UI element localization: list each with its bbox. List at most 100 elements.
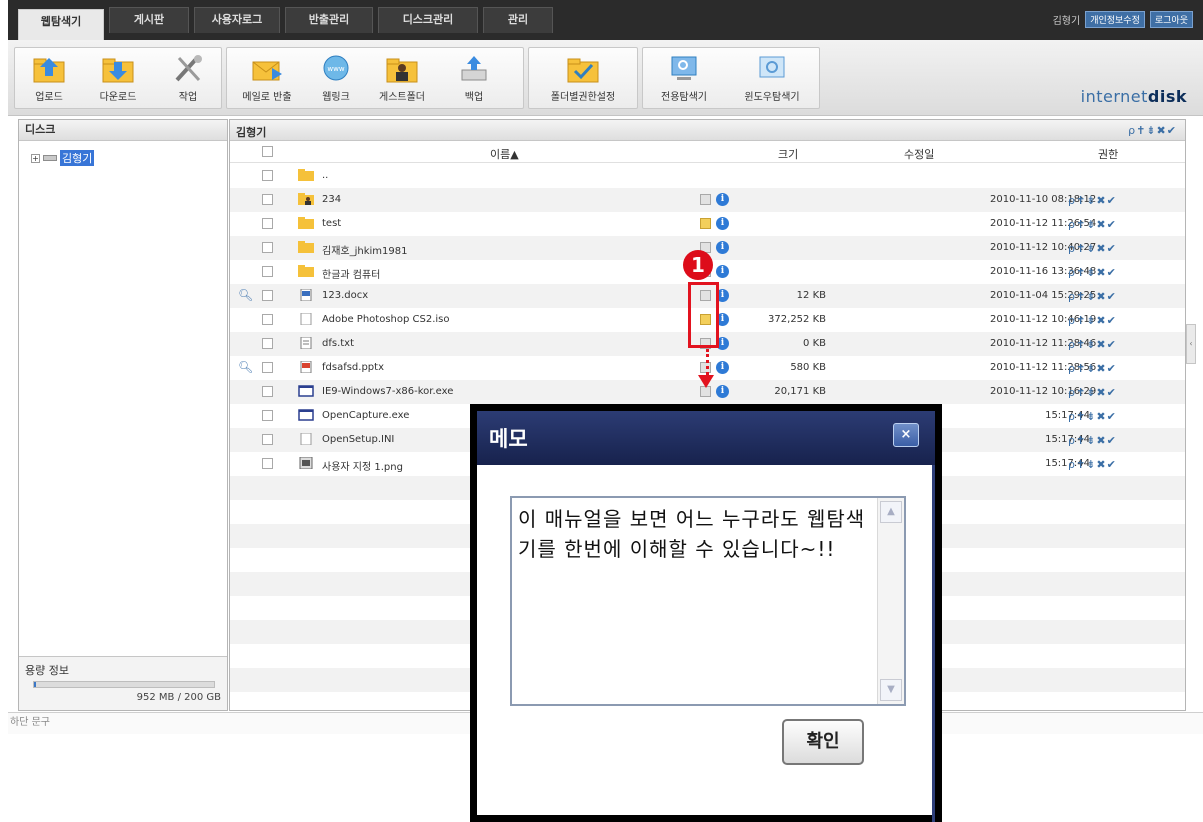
memo-dialog: 메모 × 이 매뉴얼을 보면 어느 누구라도 웹탐색기를 한번에 이해할 수 있… [470,404,942,822]
drive-icon [43,155,57,161]
file-name[interactable]: test [322,218,341,229]
expand-icon[interactable]: + [31,153,40,163]
row-checkbox[interactable] [262,362,273,373]
tab-user-log[interactable]: 사용자로그 [194,7,280,33]
row-permission-icons[interactable]: ρ✝⇟✖✔ [1068,410,1117,423]
info-icon[interactable]: i [716,361,729,374]
table-row[interactable]: test i 2010-11-12 11:26:54 ρ✝⇟✖✔ [230,212,1185,236]
row-checkbox[interactable] [262,170,273,181]
backup-icon [461,56,487,81]
file-name[interactable]: 234 [322,194,341,205]
memo-scrollbar[interactable]: ▲ ▼ [877,498,904,704]
backup-button[interactable]: 백업 [449,48,499,108]
toolbar-group-explorer: 전용탐색기 윈도우탐색기 [642,47,820,109]
top-navigation-bar: 웹탐색기 게시판 사용자로그 반출관리 디스크관리 관리 김형기 개인정보수정 … [8,0,1203,40]
download-button[interactable]: 다운로드 [87,48,149,108]
file-name[interactable]: 사용자 지정 1.png [322,458,403,473]
table-row[interactable]: .. [230,164,1185,188]
row-permission-icons[interactable]: ρ✝⇟✖✔ [1068,242,1117,255]
edit-profile-button[interactable]: 개인정보수정 [1085,11,1145,28]
row-checkbox[interactable] [262,266,273,277]
tab-admin[interactable]: 관리 [483,7,553,33]
guest-folder-button[interactable]: 게스트폴더 [367,48,437,108]
info-icon[interactable]: i [716,217,729,230]
row-checkbox[interactable] [262,314,273,325]
row-permission-icons[interactable]: ρ✝⇟✖✔ [1068,458,1117,471]
file-list-header: 김형기 ρ✝⇟✖✔ [230,120,1185,141]
tree-root-label[interactable]: 김형기 [60,150,95,166]
column-modified[interactable]: 수정일 [904,146,934,162]
file-name[interactable]: OpenSetup.INI [322,434,394,445]
column-size[interactable]: 크기 [778,146,798,162]
file-name[interactable]: 김재호_jhkim1981 [322,242,407,257]
dedicated-explorer-button[interactable]: 전용탐색기 [649,48,719,108]
quota-bar [33,681,215,688]
file-name[interactable]: .. [322,170,328,181]
row-permission-icons[interactable]: ρ✝⇟✖✔ [1068,290,1117,303]
preview-icon[interactable]: 🔍︎ [238,288,253,302]
file-name[interactable]: 123.docx [322,290,368,301]
info-icon[interactable]: i [716,265,729,278]
row-checkbox[interactable] [262,410,273,421]
row-checkbox[interactable] [262,458,273,469]
header-permission-icons[interactable]: ρ✝⇟✖✔ [1128,124,1177,137]
row-permission-icons[interactable]: ρ✝⇟✖✔ [1068,218,1117,231]
row-permission-icons[interactable]: ρ✝⇟✖✔ [1068,194,1117,207]
mail-export-button[interactable]: 메일로 반출 [231,48,303,108]
info-icon[interactable]: i [716,241,729,254]
file-name[interactable]: IE9-Windows7-x86-kor.exe [322,386,453,397]
preview-icon[interactable]: 🔍︎ [238,360,253,374]
toolbar-group-file: 업로드 다운로드 작업 [14,47,222,109]
upload-icon [33,58,65,83]
tab-disk-management[interactable]: 디스크관리 [378,7,478,33]
quota-text: 952 MB / 200 GB [136,692,221,703]
tab-web-explorer[interactable]: 웹탐색기 [18,9,104,40]
web-link-icon: www [323,55,349,81]
web-link-button[interactable]: www 웹링크 [311,48,361,108]
row-checkbox[interactable] [262,218,273,229]
row-permission-icons[interactable]: ρ✝⇟✖✔ [1068,386,1117,399]
row-checkbox[interactable] [262,338,273,349]
memo-ok-button[interactable]: 확인 [782,719,864,765]
tree-root-item[interactable]: + 김형기 [19,141,227,166]
memo-close-button[interactable]: × [893,423,919,447]
row-permission-icons[interactable]: ρ✝⇟✖✔ [1068,338,1117,351]
folder-permission-button[interactable]: 폴더별권한설정 [531,48,635,108]
scroll-up-icon[interactable]: ▲ [880,501,902,523]
table-row[interactable]: 234 i 2010-11-10 08:18:12 ρ✝⇟✖✔ [230,188,1185,212]
scroll-down-icon[interactable]: ▼ [880,679,902,701]
column-name[interactable]: 이름▲ [490,146,519,162]
memo-icon[interactable] [700,218,711,229]
info-icon[interactable]: i [716,385,729,398]
row-permission-icons[interactable]: ρ✝⇟✖✔ [1068,314,1117,327]
row-checkbox[interactable] [262,242,273,253]
panel-collapse-handle[interactable]: ‹ [1186,324,1196,364]
svg-text:www: www [327,65,344,73]
file-name[interactable]: 한글과 컴퓨터 [322,266,380,281]
row-checkbox[interactable] [262,194,273,205]
windows-explorer-button[interactable]: 윈도우탐색기 [729,48,815,108]
row-permission-icons[interactable]: ρ✝⇟✖✔ [1068,362,1117,375]
annotation-number-badge: 1 [683,250,713,280]
row-checkbox[interactable] [262,386,273,397]
row-checkbox[interactable] [262,290,273,301]
folder-permission-label: 폴더별권한설정 [550,92,616,103]
file-name[interactable]: OpenCapture.exe [322,410,409,421]
guest-folder-label: 게스트폴더 [379,92,425,103]
select-all-checkbox[interactable] [262,146,273,157]
logout-button[interactable]: 로그아웃 [1149,11,1193,28]
windows-explorer-icon [759,56,785,78]
tab-board[interactable]: 게시판 [109,7,189,33]
file-name[interactable]: dfs.txt [322,338,354,349]
tab-export-management[interactable]: 반출관리 [285,7,373,33]
row-permission-icons[interactable]: ρ✝⇟✖✔ [1068,266,1117,279]
file-name[interactable]: fdsafsd.pptx [322,362,384,373]
file-name[interactable]: Adobe Photoshop CS2.iso [322,314,450,325]
memo-textarea[interactable]: 이 매뉴얼을 보면 어느 누구라도 웹탐색기를 한번에 이해할 수 있습니다~!… [510,496,906,706]
tools-button[interactable]: 작업 [163,48,213,108]
info-icon[interactable]: i [716,193,729,206]
row-permission-icons[interactable]: ρ✝⇟✖✔ [1068,434,1117,447]
upload-button[interactable]: 업로드 [23,48,75,108]
memo-icon[interactable] [700,194,711,205]
row-checkbox[interactable] [262,434,273,445]
